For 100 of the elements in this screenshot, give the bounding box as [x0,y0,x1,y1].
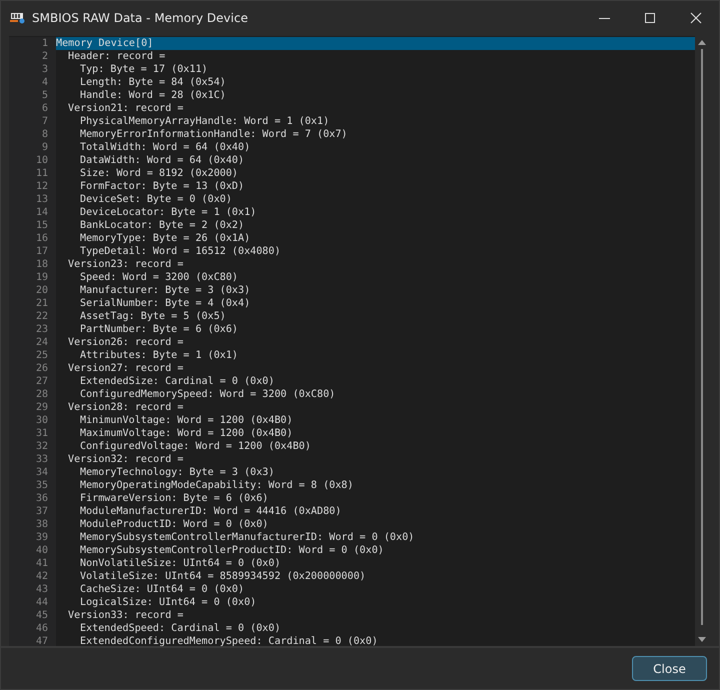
line-number: 11 [9,167,56,180]
code-line[interactable]: DeviceLocator: Byte = 1 (0x1) [56,206,695,219]
code-line[interactable]: MaximumVoltage: Word = 1200 (0x4B0) [56,427,695,440]
code-line[interactable]: TypeDetail: Word = 16512 (0x4080) [56,245,695,258]
line-number: 30 [9,414,56,427]
line-number: 31 [9,427,56,440]
line-number: 4 [9,76,56,89]
line-number: 39 [9,531,56,544]
code-line[interactable]: ModuleManufacturerID: Word = 44416 (0xAD80) [56,505,695,518]
maximize-icon [644,12,656,24]
code-line[interactable]: Version28: record = [56,401,695,414]
code-line[interactable]: ExtendedConfiguredMemorySpeed: Cardinal = 0 (0x0) [56,635,695,646]
line-number: 29 [9,401,56,414]
line-number: 22 [9,310,56,323]
line-number: 33 [9,453,56,466]
code-line[interactable]: VolatileSize: UInt64 = 8589934592 (0x200000000) [56,570,695,583]
code-line[interactable]: BankLocator: Byte = 2 (0x2) [56,219,695,232]
line-number: 44 [9,596,56,609]
line-number: 9 [9,141,56,154]
code-line[interactable]: Size: Word = 8192 (0x2000) [56,167,695,180]
line-number: 19 [9,271,56,284]
line-number: 46 [9,622,56,635]
code-line[interactable]: Typ: Byte = 17 (0x11) [56,63,695,76]
code-line[interactable]: ExtendedSpeed: Cardinal = 0 (0x0) [56,622,695,635]
code-line[interactable]: ExtendedSize: Cardinal = 0 (0x0) [56,375,695,388]
line-number: 21 [9,297,56,310]
line-number: 2 [9,50,56,63]
code-line[interactable]: Version33: record = [56,609,695,622]
window-title: SMBIOS RAW Data - Memory Device [32,11,249,25]
scroll-up-icon[interactable] [698,39,706,45]
line-number: 13 [9,193,56,206]
code-line[interactable]: Version27: record = [56,362,695,375]
code-line[interactable]: NonVolatileSize: UInt64 = 0 (0x0) [56,557,695,570]
line-number: 17 [9,245,56,258]
line-number: 7 [9,115,56,128]
memory-chip-icon [10,11,26,25]
code-line[interactable]: FirmwareVersion: Byte = 6 (0x6) [56,492,695,505]
line-number: 25 [9,349,56,362]
line-number: 28 [9,388,56,401]
code-line[interactable]: MinimunVoltage: Word = 1200 (0x4B0) [56,414,695,427]
code-line[interactable]: ConfiguredVoltage: Word = 1200 (0x4B0) [56,440,695,453]
code-line[interactable]: Header: record = [56,50,695,63]
scroll-down-icon[interactable] [698,637,706,643]
line-number: 24 [9,336,56,349]
code-line[interactable]: Length: Byte = 84 (0x54) [56,76,695,89]
line-number: 18 [9,258,56,271]
line-number: 1 [9,37,56,50]
line-number: 20 [9,284,56,297]
code-line[interactable]: SerialNumber: Byte = 4 (0x4) [56,297,695,310]
code-line[interactable]: MemorySubsystemControllerProductID: Word = 0 (0x0) [56,544,695,557]
code-line[interactable]: MemoryType: Byte = 26 (0x1A) [56,232,695,245]
code-line[interactable]: MemoryTechnology: Byte = 3 (0x3) [56,466,695,479]
line-number: 8 [9,128,56,141]
close-dialog-button[interactable]: Close [632,656,707,681]
code-line[interactable]: MemoryOperatingModeCapability: Word = 8 (0x8) [56,479,695,492]
line-number: 16 [9,232,56,245]
code-line[interactable]: DataWidth: Word = 64 (0x40) [56,154,695,167]
code-line[interactable]: AssetTag: Byte = 5 (0x5) [56,310,695,323]
code-line[interactable]: Version26: record = [56,336,695,349]
code-line[interactable]: CacheSize: UInt64 = 0 (0x0) [56,583,695,596]
line-number: 10 [9,154,56,167]
code-line[interactable]: ModuleProductID: Word = 0 (0x0) [56,518,695,531]
line-number: 35 [9,479,56,492]
line-number: 41 [9,557,56,570]
code-line[interactable]: ConfiguredMemorySpeed: Word = 3200 (0xC80) [56,388,695,401]
line-number: 14 [9,206,56,219]
line-number: 3 [9,63,56,76]
line-number: 36 [9,492,56,505]
code-line[interactable]: Speed: Word = 3200 (0xC80) [56,271,695,284]
code-line[interactable]: PhysicalMemoryArrayHandle: Word = 1 (0x1) [56,115,695,128]
line-number: 26 [9,362,56,375]
code-line[interactable]: FormFactor: Byte = 13 (0xD) [56,180,695,193]
code-line[interactable]: Handle: Word = 28 (0x1C) [56,89,695,102]
line-number: 32 [9,440,56,453]
code-line[interactable]: Version23: record = [56,258,695,271]
line-number: 42 [9,570,56,583]
code-line[interactable]: PartNumber: Byte = 6 (0x6) [56,323,695,336]
line-number: 23 [9,323,56,336]
line-number: 45 [9,609,56,622]
line-number: 40 [9,544,56,557]
line-number: 37 [9,505,56,518]
code-line[interactable]: Version21: record = [56,102,695,115]
line-number: 43 [9,583,56,596]
line-number: 47 [9,635,56,646]
line-number: 12 [9,180,56,193]
code-line[interactable]: Attributes: Byte = 1 (0x1) [56,349,695,362]
line-number: 5 [9,89,56,102]
line-number: 27 [9,375,56,388]
line-number: 38 [9,518,56,531]
close-icon [690,12,702,24]
code-line[interactable]: DeviceSet: Byte = 0 (0x0) [56,193,695,206]
line-number: 15 [9,219,56,232]
code-line[interactable]: Manufacturer: Byte = 3 (0x3) [56,284,695,297]
code-line[interactable]: MemorySubsystemControllerManufacturerID: Word = 0 (0x0) [56,531,695,544]
code-line[interactable]: Version32: record = [56,453,695,466]
code-line[interactable]: LogicalSize: UInt64 = 0 (0x0) [56,596,695,609]
code-line[interactable]: MemoryErrorInformationHandle: Word = 7 (0x7) [56,128,695,141]
line-number: 6 [9,102,56,115]
code-line[interactable]: TotalWidth: Word = 64 (0x40) [56,141,695,154]
line-number: 34 [9,466,56,479]
